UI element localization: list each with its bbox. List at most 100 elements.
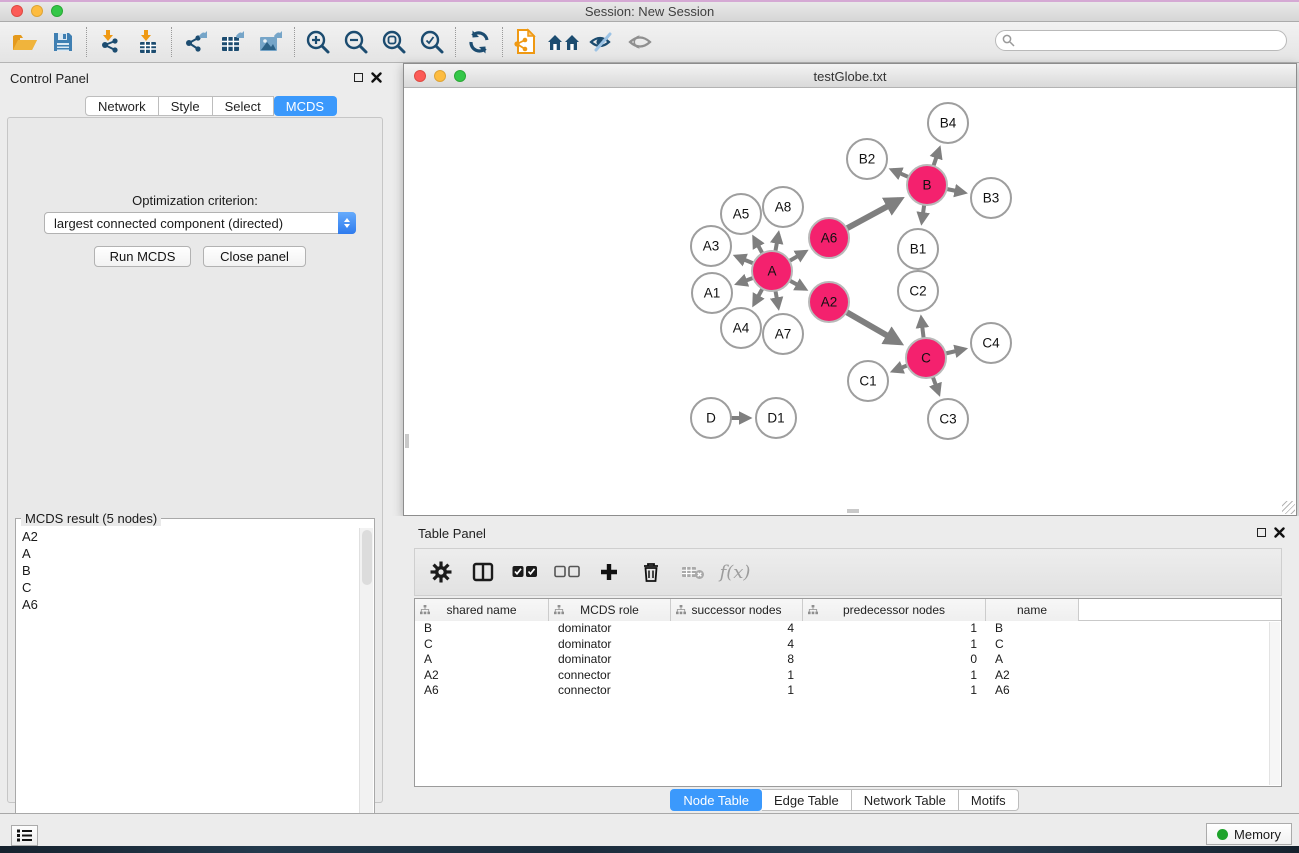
node-D[interactable]: D xyxy=(691,398,731,438)
table-row[interactable]: Bdominator41B xyxy=(415,621,1281,637)
node-C2[interactable]: C2 xyxy=(898,271,938,311)
network-canvas[interactable]: B4 B2 B B3 A8A5 A6 A3 B1 A A1 C2 A2 A4A7 C4 C C1 C3 D D1 xyxy=(404,88,1296,515)
edge-A-A3[interactable] xyxy=(737,256,754,263)
edge-A-A5[interactable] xyxy=(754,238,762,253)
memory-button[interactable]: Memory xyxy=(1206,823,1292,845)
edge-A-A1[interactable] xyxy=(738,278,753,284)
edge-C-C3[interactable] xyxy=(933,377,939,393)
node-B[interactable]: B xyxy=(907,165,947,205)
show-column-button[interactable] xyxy=(469,558,497,586)
edge-A-A8[interactable] xyxy=(775,234,778,251)
table-scrollbar[interactable] xyxy=(1269,622,1280,785)
table-row[interactable]: Cdominator41C xyxy=(415,637,1281,653)
delete-column-button[interactable] xyxy=(637,558,665,586)
tab-motifs[interactable]: Motifs xyxy=(959,789,1019,811)
edge-C-C4[interactable] xyxy=(945,349,964,353)
result-item[interactable]: A2 xyxy=(16,528,360,545)
delete-table-button[interactable] xyxy=(679,558,707,586)
unselect-all-columns-button[interactable] xyxy=(553,558,581,586)
vertical-scroll-thumb[interactable] xyxy=(405,434,409,448)
open-session-button[interactable] xyxy=(6,25,44,59)
node-A[interactable]: A xyxy=(752,251,792,291)
result-item[interactable]: C xyxy=(16,579,360,596)
tab-mcds[interactable]: MCDS xyxy=(274,96,337,116)
select-all-columns-button[interactable] xyxy=(511,558,539,586)
tab-network-table[interactable]: Network Table xyxy=(852,789,959,811)
node-B3[interactable]: B3 xyxy=(971,178,1011,218)
column-header-predecessor-nodes[interactable]: predecessor nodes xyxy=(803,599,986,621)
edge-C-C1[interactable] xyxy=(894,365,908,370)
node-A1[interactable]: A1 xyxy=(692,273,732,313)
edge-C-C2[interactable] xyxy=(921,318,923,338)
tab-node-table[interactable]: Node Table xyxy=(670,789,762,811)
result-item[interactable]: A xyxy=(16,545,360,562)
function-builder-button[interactable]: f(x) xyxy=(721,558,749,586)
node-A3[interactable]: A3 xyxy=(691,226,731,266)
edge-A-A7[interactable] xyxy=(775,291,778,307)
reset-view-button[interactable] xyxy=(545,25,583,59)
network-window-titlebar[interactable]: testGlobe.txt xyxy=(404,64,1296,88)
close-panel-icon[interactable] xyxy=(371,72,382,83)
horizontal-scroll-thumb[interactable] xyxy=(847,509,859,513)
tab-select[interactable]: Select xyxy=(213,96,274,116)
tab-style[interactable]: Style xyxy=(159,96,213,116)
node-A7[interactable]: A7 xyxy=(763,314,803,354)
column-header-shared-name[interactable]: shared name xyxy=(415,599,549,621)
node-C4[interactable]: C4 xyxy=(971,323,1011,363)
node-A8[interactable]: A8 xyxy=(763,187,803,227)
table-row[interactable]: A2connector11A2 xyxy=(415,668,1281,684)
edge-A-A6[interactable] xyxy=(789,252,805,261)
column-header-successor-nodes[interactable]: successor nodes xyxy=(671,599,803,621)
edge-B-B2[interactable] xyxy=(892,170,908,177)
zoom-in-button[interactable] xyxy=(299,25,337,59)
zoom-fit-button[interactable] xyxy=(375,25,413,59)
result-scrollbar[interactable] xyxy=(359,528,373,852)
edge-B-B4[interactable] xyxy=(933,149,939,166)
apply-layout-button[interactable] xyxy=(460,25,498,59)
close-panel-icon[interactable] xyxy=(1274,527,1285,538)
run-mcds-button[interactable]: Run MCDS xyxy=(94,246,191,267)
edge-B-B1[interactable] xyxy=(922,205,924,222)
result-item[interactable]: B xyxy=(16,562,360,579)
import-table-button[interactable] xyxy=(129,25,167,59)
birds-eye-view-button[interactable] xyxy=(621,25,659,59)
table-row[interactable]: Adominator80A xyxy=(415,652,1281,668)
edge-A-A2[interactable] xyxy=(790,281,805,289)
node-A2[interactable]: A2 xyxy=(809,282,849,322)
float-panel-icon[interactable] xyxy=(1257,528,1266,537)
node-B4[interactable]: B4 xyxy=(928,103,968,143)
new-network-from-selection-button[interactable] xyxy=(507,25,545,59)
column-header-name[interactable]: name xyxy=(986,599,1079,621)
float-panel-icon[interactable] xyxy=(354,73,363,82)
table-settings-button[interactable] xyxy=(427,558,455,586)
zoom-out-button[interactable] xyxy=(337,25,375,59)
node-A6[interactable]: A6 xyxy=(809,218,849,258)
node-B2[interactable]: B2 xyxy=(847,139,887,179)
edge-A6-B[interactable] xyxy=(847,200,900,229)
tab-network[interactable]: Network xyxy=(85,96,159,116)
save-session-button[interactable] xyxy=(44,25,82,59)
tab-edge-table[interactable]: Edge Table xyxy=(762,789,852,811)
edge-A2-C[interactable] xyxy=(846,312,898,342)
node-C3[interactable]: C3 xyxy=(928,399,968,439)
criterion-select[interactable]: largest connected component (directed) xyxy=(44,212,356,234)
import-network-button[interactable] xyxy=(91,25,129,59)
task-history-button[interactable] xyxy=(11,825,38,846)
node-B1[interactable]: B1 xyxy=(898,229,938,269)
export-image-button[interactable] xyxy=(252,25,290,59)
zoom-selected-button[interactable] xyxy=(413,25,451,59)
export-network-button[interactable] xyxy=(176,25,214,59)
node-C[interactable]: C xyxy=(906,338,946,378)
node-A5[interactable]: A5 xyxy=(721,194,761,234)
node-C1[interactable]: C1 xyxy=(848,361,888,401)
node-A4[interactable]: A4 xyxy=(721,308,761,348)
node-D1[interactable]: D1 xyxy=(756,398,796,438)
column-header-mcds-role[interactable]: MCDS role xyxy=(549,599,671,621)
search-input[interactable] xyxy=(995,30,1287,51)
table-row[interactable]: A6connector11A6 xyxy=(415,683,1281,699)
edge-B-B3[interactable] xyxy=(947,189,964,193)
export-table-button[interactable] xyxy=(214,25,252,59)
show-hide-graphics-details-button[interactable] xyxy=(583,25,621,59)
edge-A-A4[interactable] xyxy=(754,289,762,304)
resize-grip[interactable] xyxy=(1282,501,1295,514)
